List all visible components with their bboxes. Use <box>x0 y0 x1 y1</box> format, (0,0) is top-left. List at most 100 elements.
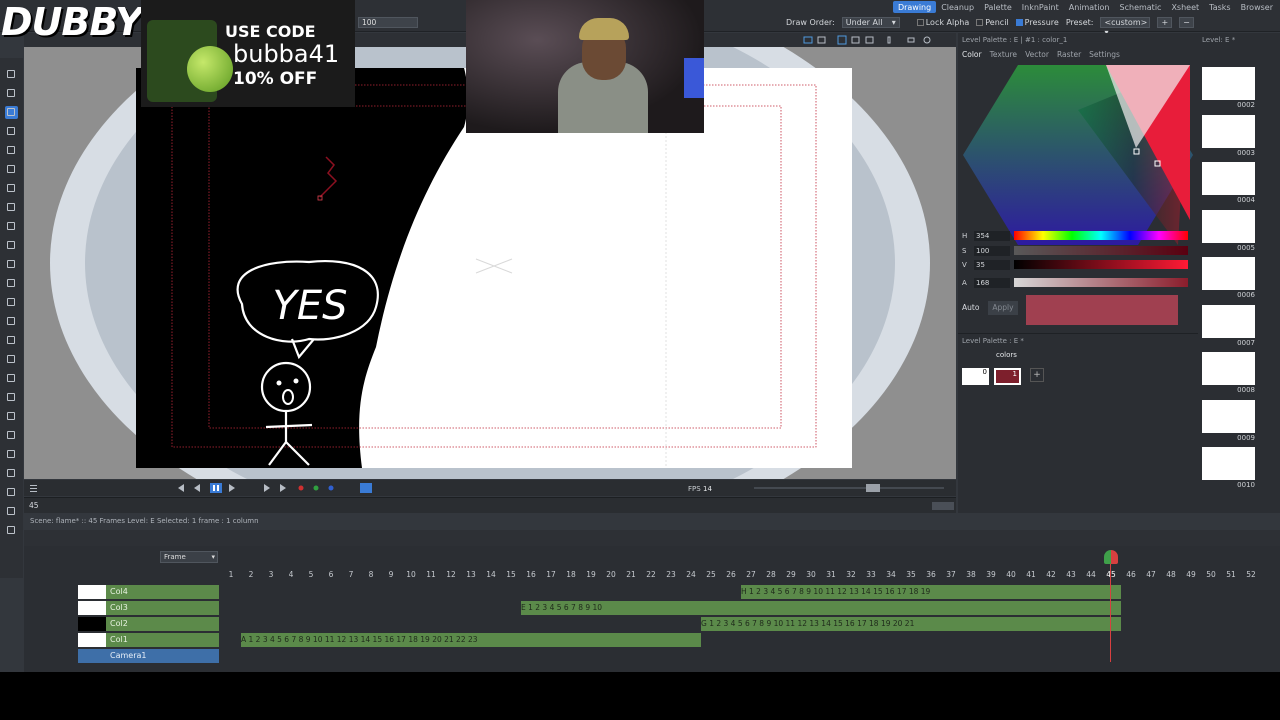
level-frame-thumb[interactable] <box>1202 67 1255 100</box>
h-slider[interactable] <box>1014 231 1188 240</box>
s-slider[interactable] <box>1014 246 1188 255</box>
color-chip-1[interactable]: 1 <box>994 368 1021 385</box>
frame-number[interactable]: 41 <box>1021 570 1041 579</box>
frame-number[interactable]: 28 <box>761 570 781 579</box>
remove-preset-button[interactable]: − <box>1179 17 1194 28</box>
pressure-checkbox[interactable] <box>1015 19 1023 26</box>
v-field[interactable]: 35 <box>974 259 1010 270</box>
frame-number[interactable]: 34 <box>881 570 901 579</box>
frame-number[interactable]: 32 <box>841 570 861 579</box>
frame-number[interactable]: 12 <box>441 570 461 579</box>
frame-number[interactable]: 22 <box>641 570 661 579</box>
frame-number[interactable]: 48 <box>1161 570 1181 579</box>
frame-number[interactable]: 17 <box>541 570 561 579</box>
frame-number[interactable]: 6 <box>321 570 341 579</box>
add-color-button[interactable]: + <box>1030 368 1044 382</box>
pencil-checkbox[interactable] <box>976 19 984 26</box>
pinch-tool-icon[interactable] <box>5 296 18 309</box>
s-field[interactable]: 100 <box>974 245 1010 256</box>
frame-number[interactable]: 52 <box>1241 570 1261 579</box>
level-frame-thumb[interactable] <box>1202 447 1255 480</box>
room-tab-xsheet[interactable]: Xsheet <box>1166 1 1204 13</box>
frame-number[interactable]: 43 <box>1061 570 1081 579</box>
current-frame-marker[interactable] <box>1104 550 1118 564</box>
frame-number[interactable]: 25 <box>701 570 721 579</box>
fps-slider-handle[interactable] <box>866 484 880 492</box>
apply-button[interactable]: Apply <box>988 301 1018 315</box>
frame-number[interactable]: 5 <box>301 570 321 579</box>
layer-row-col3[interactable]: Col3 E 1 2 3 4 5 6 7 8 9 10 <box>24 601 1280 617</box>
frame-number[interactable]: 39 <box>981 570 1001 579</box>
lock-alpha-option[interactable]: Lock Alpha <box>916 18 969 27</box>
frame-number[interactable]: 20 <box>601 570 621 579</box>
frame-number[interactable]: 30 <box>801 570 821 579</box>
style-tab-raster[interactable]: Raster <box>1057 50 1081 59</box>
magnet-tool-icon[interactable] <box>5 334 18 347</box>
level-frame-thumb[interactable] <box>1202 162 1255 195</box>
zoom-tool-icon[interactable] <box>5 486 18 499</box>
room-tab-browser[interactable]: Browser <box>1236 1 1278 13</box>
pencil-option[interactable]: Pencil <box>976 18 1009 27</box>
eraser-tool-icon[interactable] <box>5 201 18 214</box>
bender-tool-icon[interactable] <box>5 353 18 366</box>
add-preset-button[interactable]: + <box>1157 17 1173 28</box>
a-field[interactable]: 168 <box>974 277 1010 288</box>
style-tab-vector[interactable]: Vector <box>1025 50 1049 59</box>
hook-tool-icon[interactable] <box>5 448 18 461</box>
room-tab-schematic[interactable]: Schematic <box>1115 1 1167 13</box>
layer-row-col4[interactable]: Col4 H 1 2 3 4 5 6 7 8 9 10 11 12 13 14 1… <box>24 585 1280 601</box>
room-tab-cleanup[interactable]: Cleanup <box>936 1 979 13</box>
frame-number[interactable]: 27 <box>741 570 761 579</box>
frame-number[interactable]: 50 <box>1201 570 1221 579</box>
iron-tool-icon[interactable] <box>5 372 18 385</box>
type-tool-icon[interactable] <box>5 144 18 157</box>
layer-row-col1[interactable]: Col1 A 1 2 3 4 5 6 7 8 9 10 11 12 13 14 1… <box>24 633 1280 649</box>
frame-number[interactable]: 51 <box>1221 570 1241 579</box>
cutter-tool-icon[interactable] <box>5 391 18 404</box>
frame-number[interactable]: 46 <box>1121 570 1141 579</box>
paint-brush-tool-icon[interactable] <box>5 182 18 195</box>
fill-tool-icon[interactable] <box>5 163 18 176</box>
frame-number[interactable]: 3 <box>261 570 281 579</box>
animate-tool-icon[interactable] <box>5 68 18 81</box>
frame-ruler[interactable]: 1 2 3 4 5 6 7 8 9 10 11 12 13 14 15 16 17 18 19 20 21 22 23 24 2… <box>0 550 1280 579</box>
v-slider[interactable] <box>1014 260 1188 269</box>
control-point-tool-icon[interactable] <box>5 277 18 290</box>
frame-number[interactable]: 11 <box>421 570 441 579</box>
room-tab-palette[interactable]: Palette <box>979 1 1017 13</box>
room-tab-drawing[interactable]: Drawing <box>892 1 937 13</box>
frame-number[interactable]: 42 <box>1041 570 1061 579</box>
level-frame-thumb[interactable] <box>1202 209 1255 243</box>
layer-cells[interactable]: G 1 2 3 4 5 6 7 8 9 10 11 12 13 14 15 16… <box>701 617 1121 631</box>
level-frame-thumb[interactable] <box>1202 352 1255 385</box>
hand-tool-icon[interactable] <box>5 524 18 537</box>
frame-number[interactable]: 19 <box>581 570 601 579</box>
frame-number[interactable]: 47 <box>1141 570 1161 579</box>
preset-select[interactable]: <custom> ▾ <box>1100 17 1151 37</box>
style-tab-color[interactable]: Color <box>962 50 982 59</box>
frame-number[interactable]: 31 <box>821 570 841 579</box>
frame-number[interactable]: 1 <box>221 570 241 579</box>
frame-number[interactable]: 10 <box>401 570 421 579</box>
frame-number[interactable]: 9 <box>381 570 401 579</box>
pressure-option[interactable]: Pressure <box>1015 18 1059 27</box>
plastic-tool-icon[interactable] <box>5 467 18 480</box>
frame-number[interactable]: 2 <box>241 570 261 579</box>
a-slider[interactable] <box>1014 278 1188 287</box>
frame-number[interactable]: 14 <box>481 570 501 579</box>
level-frame-thumb[interactable] <box>1202 304 1255 338</box>
frame-number[interactable]: 15 <box>501 570 521 579</box>
frame-number[interactable]: 8 <box>361 570 381 579</box>
style-tab-texture[interactable]: Texture <box>990 50 1017 59</box>
frame-slider[interactable] <box>932 502 954 510</box>
geometric-tool-icon[interactable] <box>5 125 18 138</box>
tracker-tool-icon[interactable] <box>5 429 18 442</box>
frame-number[interactable]: 21 <box>621 570 641 579</box>
frame-number[interactable]: 38 <box>961 570 981 579</box>
frame-number[interactable]: 44 <box>1081 570 1101 579</box>
frame-number[interactable]: 45 <box>1101 570 1121 579</box>
frame-number[interactable]: 16 <box>521 570 541 579</box>
frame-field[interactable]: 45 <box>29 501 39 510</box>
zoom-field[interactable]: 100 <box>358 17 418 28</box>
frame-number[interactable]: 7 <box>341 570 361 579</box>
